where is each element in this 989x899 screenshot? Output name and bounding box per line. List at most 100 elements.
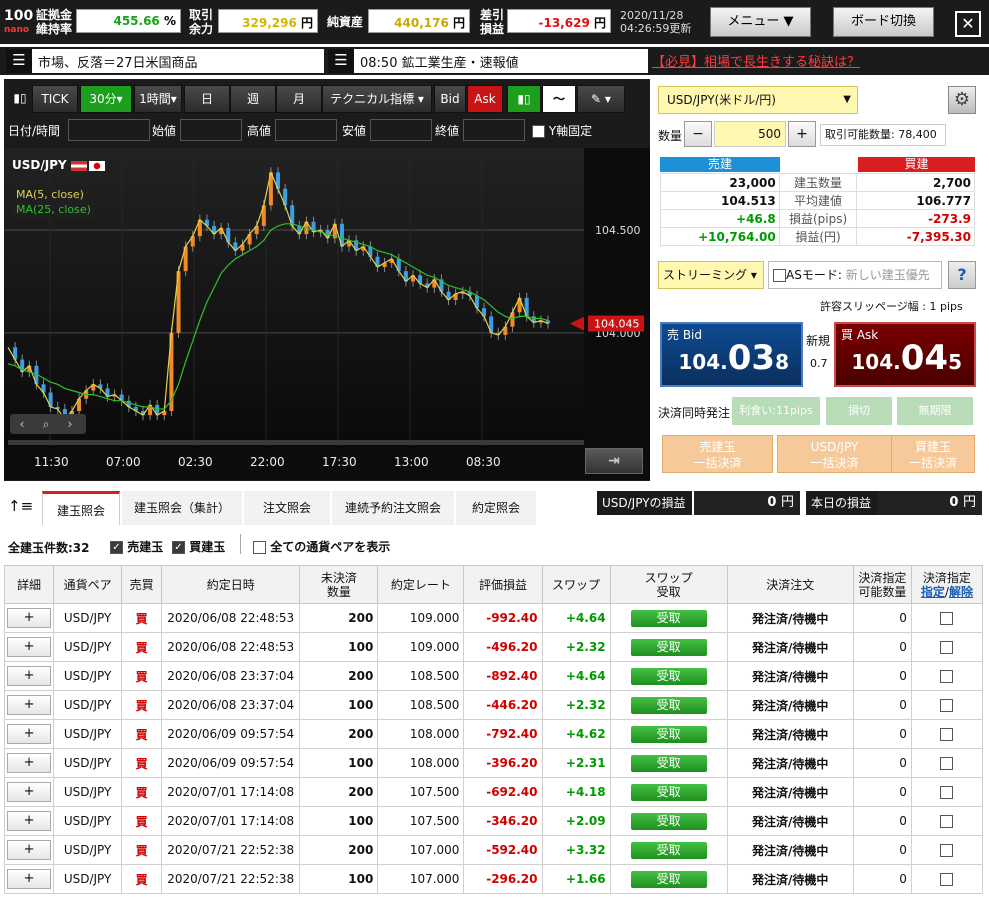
- bid-price-button[interactable]: 売 Bid 104.038: [660, 322, 803, 387]
- menu-button[interactable]: メニュー ▼: [710, 7, 811, 37]
- column-header[interactable]: 売買: [121, 565, 163, 604]
- chart-scrollbar[interactable]: [8, 440, 584, 445]
- sell-filter-checkbox[interactable]: ✓: [110, 541, 123, 554]
- timeframe-day-button[interactable]: 日: [184, 85, 230, 113]
- quantity-input[interactable]: 500: [714, 121, 786, 147]
- quantity-minus-button[interactable]: −: [684, 121, 712, 147]
- as-mode-checkbox[interactable]: [773, 269, 786, 282]
- expand-row-button[interactable]: +: [7, 608, 52, 628]
- gear-icon[interactable]: ⚙: [948, 86, 976, 114]
- candle-chart-icon[interactable]: ▮▯: [507, 85, 541, 113]
- bulk-settle-pair-button[interactable]: USD/JPY 一括決済: [777, 435, 892, 473]
- column-header[interactable]: スワップ: [541, 565, 611, 604]
- column-header[interactable]: 評価損益: [463, 565, 543, 604]
- swap-receive-button[interactable]: 受取: [630, 638, 707, 656]
- ask-price-button[interactable]: 買 Ask 104.045: [834, 322, 976, 387]
- buy-filter-toggle[interactable]: ✓ 買建玉: [172, 538, 225, 555]
- designate-checkbox[interactable]: [940, 873, 954, 886]
- streaming-select[interactable]: ストリーミング ▾: [658, 261, 764, 289]
- news-item-2[interactable]: ☰ 08:50 鉱工業生産・速報値: [328, 49, 648, 73]
- candlestick-icon[interactable]: ▮▯: [8, 85, 32, 113]
- jump-to-latest-icon[interactable]: ⇥: [585, 448, 643, 474]
- expand-row-button[interactable]: +: [7, 724, 52, 744]
- bulk-settle-sell-button[interactable]: 売建玉 一括決済: [662, 435, 773, 473]
- line-chart-icon[interactable]: 〜: [542, 85, 576, 113]
- timeframe-1hour-select[interactable]: 1時間▾: [134, 85, 182, 113]
- quantity-plus-button[interactable]: +: [788, 121, 816, 147]
- expiry-button[interactable]: 無期限: [897, 397, 973, 425]
- swap-receive-button[interactable]: 受取: [630, 841, 707, 859]
- buy-filter-checkbox[interactable]: ✓: [172, 541, 185, 554]
- tick-button[interactable]: TICK: [32, 85, 78, 113]
- y-axis-fix-checkbox[interactable]: [532, 125, 545, 138]
- scroll-left-icon[interactable]: ‹: [10, 414, 34, 434]
- promo-link[interactable]: 【必見】相場で長生きする秘訣は？: [652, 51, 860, 70]
- swap-receive-button[interactable]: 受取: [630, 754, 707, 772]
- designate-checkbox[interactable]: [940, 699, 954, 712]
- swap-receive-button[interactable]: 受取: [630, 812, 707, 830]
- tab-continuous-orders[interactable]: 連続予約注文照会: [332, 491, 454, 525]
- price-chart[interactable]: 104.500 104.000 11:30 07:00 02:30 22:00 17:30…: [4, 148, 650, 480]
- timeframe-30min-select[interactable]: 30分▾: [80, 85, 132, 113]
- sell-filter-toggle[interactable]: ✓ 売建玉: [110, 538, 163, 555]
- swap-receive-button[interactable]: 受取: [630, 783, 707, 801]
- take-profit-button[interactable]: 利食い:11pips: [732, 397, 820, 425]
- expand-row-button[interactable]: +: [7, 840, 52, 860]
- draw-tool-icon[interactable]: ✎ ▾: [577, 85, 625, 113]
- swap-receive-button[interactable]: 受取: [630, 870, 707, 888]
- ask-toggle[interactable]: Ask: [467, 85, 503, 113]
- all-pairs-checkbox[interactable]: [253, 541, 266, 554]
- expand-row-button[interactable]: +: [7, 637, 52, 657]
- technical-indicator-select[interactable]: テクニカル指標 ▾: [322, 85, 432, 113]
- qty-cell: 100: [299, 806, 379, 836]
- swap-receive-button[interactable]: 受取: [630, 667, 707, 685]
- help-icon[interactable]: ?: [948, 261, 976, 289]
- expand-row-button[interactable]: +: [7, 666, 52, 686]
- expand-row-button[interactable]: +: [7, 869, 52, 889]
- column-header[interactable]: 約定レート: [377, 565, 465, 604]
- news-item-1[interactable]: ☰ 市場、反落＝27日米国商品: [6, 49, 324, 73]
- designate-checkbox[interactable]: [940, 728, 954, 741]
- timeframe-month-button[interactable]: 月: [276, 85, 322, 113]
- y-axis-fix-toggle[interactable]: Y軸固定: [532, 122, 592, 139]
- expand-row-button[interactable]: +: [7, 695, 52, 715]
- tab-positions[interactable]: 建玉照会: [42, 491, 120, 525]
- column-header-text: スワップ: [552, 577, 601, 592]
- as-mode-toggle[interactable]: ASモード: 新しい建玉優先: [768, 261, 942, 289]
- designate-checkbox[interactable]: [940, 844, 954, 857]
- bulk-settle-buy-button[interactable]: 買建玉 一括決済: [891, 435, 975, 473]
- zoom-icon[interactable]: ⌕: [34, 414, 58, 434]
- close-icon[interactable]: ✕: [955, 11, 981, 37]
- designate-checkbox[interactable]: [940, 612, 954, 625]
- designate-checkbox[interactable]: [940, 786, 954, 799]
- designate-checkbox[interactable]: [940, 670, 954, 683]
- tab-orders[interactable]: 注文照会: [244, 491, 330, 525]
- column-header-text: 評価損益: [478, 577, 527, 592]
- timeframe-week-button[interactable]: 週: [230, 85, 276, 113]
- designate-checkbox[interactable]: [940, 757, 954, 770]
- expand-row-button[interactable]: +: [7, 811, 52, 831]
- news-item-2-text: 08:50 鉱工業生産・速報値: [360, 56, 519, 71]
- stop-loss-button[interactable]: 損切り:9pips: [826, 397, 892, 445]
- tab-executions[interactable]: 約定照会: [456, 491, 536, 525]
- sort-icon[interactable]: ↑≡: [8, 497, 33, 515]
- price-chart-svg[interactable]: 104.500104.000 11:30 07:00 02:30 22:00 17:30…: [4, 148, 650, 480]
- designate-checkbox[interactable]: [940, 641, 954, 654]
- expand-row-button[interactable]: +: [7, 782, 52, 802]
- column-header[interactable]: 通貨ペア: [53, 565, 123, 604]
- currency-pair-select[interactable]: USD/JPY(米ドル/円) ▼: [658, 86, 858, 114]
- designate-link[interactable]: 指定: [921, 585, 945, 599]
- swap-receive-button[interactable]: 受取: [630, 725, 707, 743]
- board-switch-button[interactable]: ボード切換: [833, 7, 934, 37]
- swap-receive-button[interactable]: 受取: [630, 696, 707, 714]
- release-link[interactable]: 解除: [949, 585, 973, 599]
- column-header[interactable]: 約定日時: [161, 565, 301, 604]
- bid-toggle[interactable]: Bid: [434, 85, 466, 113]
- expand-row-button[interactable]: +: [7, 753, 52, 773]
- swap-receive-button[interactable]: 受取: [630, 609, 707, 627]
- scroll-right-icon[interactable]: ›: [58, 414, 82, 434]
- all-pairs-toggle[interactable]: 全ての通貨ペアを表示: [253, 538, 390, 555]
- column-header[interactable]: 未決済 数量: [299, 565, 379, 604]
- designate-checkbox[interactable]: [940, 815, 954, 828]
- tab-positions-summary[interactable]: 建玉照会（集計）: [122, 491, 242, 525]
